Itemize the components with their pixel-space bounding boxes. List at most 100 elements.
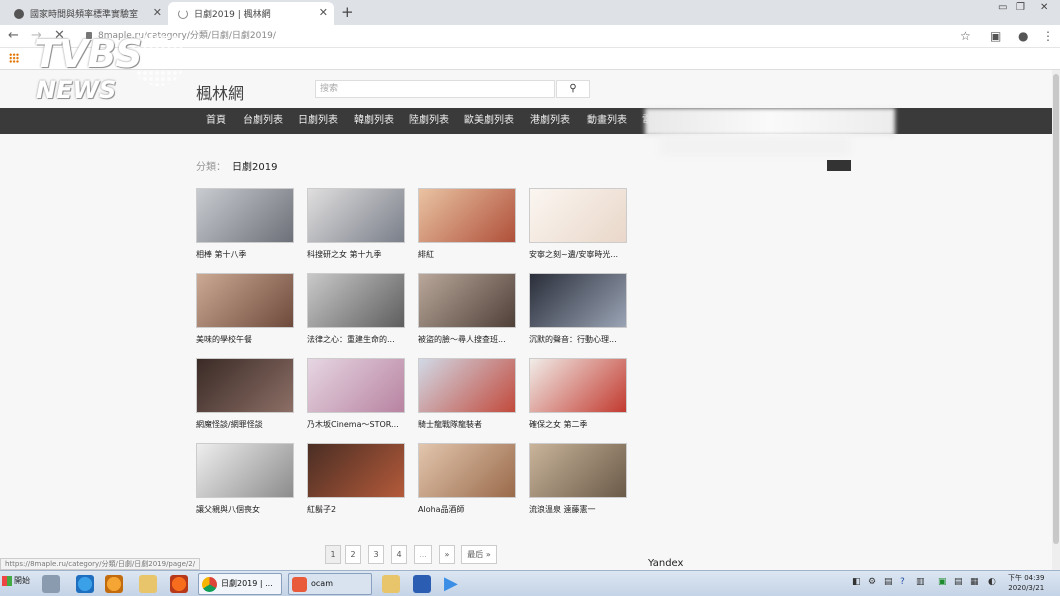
show-card[interactable]: 確保之女 第二季 [529, 358, 627, 430]
next-page-link[interactable]: » [439, 545, 455, 564]
show-title[interactable]: 騎士龍戰隊龍裝者 [418, 419, 516, 430]
show-thumbnail[interactable] [196, 443, 294, 498]
taskbar-ocam-task[interactable]: ocam [288, 573, 372, 595]
tab-maple[interactable]: 日劇2019 | 楓林網 ✕ [168, 2, 334, 25]
word-icon[interactable] [413, 575, 431, 593]
nav-item[interactable]: 日劇列表 [298, 108, 338, 134]
nav-item[interactable]: 港劇列表 [530, 108, 570, 134]
nav-item[interactable]: 陸劇列表 [409, 108, 449, 134]
page-link-2[interactable]: 2 [345, 545, 361, 564]
scrollbar[interactable] [1052, 70, 1060, 570]
show-title[interactable]: 科搜研之女 第十九季 [307, 249, 405, 260]
show-title[interactable]: 美味的學校午餐 [196, 334, 294, 345]
show-thumbnail[interactable] [307, 443, 405, 498]
tray-icon[interactable]: ▥ [916, 577, 925, 587]
nav-item[interactable]: 首頁 [206, 108, 226, 134]
play-icon[interactable]: ▶ [444, 573, 458, 594]
last-page-link[interactable]: 最后 » [461, 545, 497, 564]
start-button[interactable]: 開始 [2, 575, 30, 586]
new-tab-button[interactable]: + [341, 3, 354, 21]
show-card[interactable]: 網魔怪談/網罪怪談 [196, 358, 294, 430]
tray-icon[interactable]: ▦ [970, 577, 979, 587]
apps-icon[interactable] [9, 53, 19, 63]
show-thumbnail[interactable] [529, 443, 627, 498]
close-icon[interactable]: ✕ [153, 6, 162, 19]
explorer-icon[interactable] [382, 575, 400, 593]
close-window-icon[interactable]: ✕ [1040, 2, 1048, 13]
show-card[interactable]: 流浪溫泉 遠藤憲一 [529, 443, 627, 515]
show-card[interactable]: 安寧之刻~遺/安寧時光... [529, 188, 627, 260]
show-title[interactable]: 沉默的聲音：行動心理... [529, 334, 627, 345]
nav-item[interactable]: 動畫列表 [587, 108, 627, 134]
show-thumbnail[interactable] [196, 358, 294, 413]
show-card[interactable]: 乃木坂Cinema～STOR... [307, 358, 405, 430]
show-thumbnail[interactable] [307, 358, 405, 413]
show-card[interactable]: Aloha品酒師 [418, 443, 516, 515]
firefox-icon[interactable] [170, 575, 188, 593]
search-button[interactable]: ⚲ [556, 80, 590, 98]
show-card[interactable]: 被盜的臉～尋人搜查班... [418, 273, 516, 345]
show-title[interactable]: 相棒 第十八季 [196, 249, 294, 260]
taskbar-chrome-task[interactable]: 日劇2019 | ... [198, 573, 282, 595]
tray-icon[interactable]: ▤ [884, 577, 893, 587]
show-thumbnail[interactable] [418, 443, 516, 498]
volume-icon[interactable]: ◐ [988, 577, 996, 587]
show-card[interactable]: 法律之心：重建生命的... [307, 273, 405, 345]
site-logo[interactable]: 楓林網 [196, 80, 244, 104]
tray-icon[interactable]: ◧ [852, 577, 861, 587]
show-title[interactable]: 網魔怪談/網罪怪談 [196, 419, 294, 430]
show-title[interactable]: 確保之女 第二季 [529, 419, 627, 430]
search-input[interactable]: 搜索 [315, 80, 555, 98]
show-card[interactable]: 美味的學校午餐 [196, 273, 294, 345]
profile-icon[interactable]: ● [1018, 29, 1028, 43]
show-thumbnail[interactable] [529, 188, 627, 243]
show-card[interactable]: 緋紅 [418, 188, 516, 260]
extension-icon[interactable]: ▣ [990, 29, 1001, 43]
show-card[interactable]: 相棒 第十八季 [196, 188, 294, 260]
minimize-icon[interactable]: ▭ [998, 2, 1007, 13]
show-card[interactable]: 紅鬍子2 [307, 443, 405, 515]
show-title[interactable]: Aloha品酒師 [418, 504, 516, 515]
show-thumbnail[interactable] [418, 273, 516, 328]
page-link-4[interactable]: 4 [391, 545, 407, 564]
tray-icon[interactable]: ▤ [954, 577, 963, 587]
show-title[interactable]: 紅鬍子2 [307, 504, 405, 515]
nav-item[interactable]: 歐美劇列表 [464, 108, 514, 134]
show-thumbnail[interactable] [196, 273, 294, 328]
scrollbar-thumb[interactable] [1053, 74, 1059, 544]
page-link-3[interactable]: 3 [368, 545, 384, 564]
show-thumbnail[interactable] [418, 358, 516, 413]
tray-icon[interactable]: ⚙ [868, 577, 876, 587]
show-card[interactable]: 沉默的聲音：行動心理... [529, 273, 627, 345]
show-card[interactable]: 科搜研之女 第十九季 [307, 188, 405, 260]
folder-icon[interactable] [139, 575, 157, 593]
ie-icon[interactable] [76, 575, 94, 593]
back-icon[interactable]: ← [8, 28, 19, 43]
show-thumbnail[interactable] [418, 188, 516, 243]
help-icon[interactable]: ? [900, 577, 905, 587]
show-title[interactable]: 乃木坂Cinema～STOR... [307, 419, 405, 430]
show-thumbnail[interactable] [529, 273, 627, 328]
show-title[interactable]: 被盜的臉～尋人搜查班... [418, 334, 516, 345]
nav-item[interactable]: 韓劇列表 [354, 108, 394, 134]
restore-icon[interactable]: ❐ [1016, 2, 1025, 13]
menu-icon[interactable]: ⋮ [1042, 29, 1054, 43]
show-card[interactable]: 騎士龍戰隊龍裝者 [418, 358, 516, 430]
show-thumbnail[interactable] [307, 273, 405, 328]
show-title[interactable]: 法律之心：重建生命的... [307, 334, 405, 345]
computer-icon[interactable] [42, 575, 60, 593]
page-link-1[interactable]: 1 [325, 545, 341, 564]
show-thumbnail[interactable] [196, 188, 294, 243]
show-title[interactable]: 流浪溫泉 遠藤憲一 [529, 504, 627, 515]
close-icon[interactable]: ✕ [319, 6, 328, 19]
star-icon[interactable]: ☆ [960, 29, 971, 43]
nav-item[interactable]: 台劇列表 [243, 108, 283, 134]
tab-time-lab[interactable]: 國家時間與頻率標準實驗室 ✕ [4, 2, 168, 25]
show-title[interactable]: 讓父親與八個喪女 [196, 504, 294, 515]
show-card[interactable]: 讓父親與八個喪女 [196, 443, 294, 515]
show-thumbnail[interactable] [307, 188, 405, 243]
show-title[interactable]: 緋紅 [418, 249, 516, 260]
address-bar[interactable]: 8maple.ru/category/分類/日劇/日劇2019/ [76, 28, 956, 45]
show-thumbnail[interactable] [529, 358, 627, 413]
clock[interactable]: 下午 04:39 2020/3/21 [1008, 573, 1044, 593]
